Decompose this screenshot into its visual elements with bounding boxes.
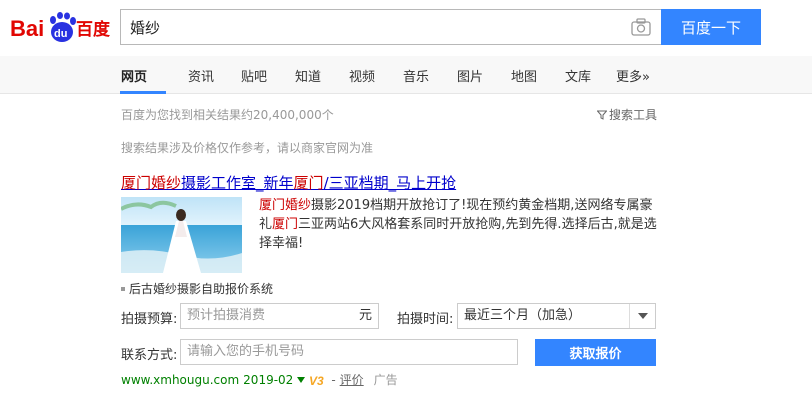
- search-tools-label: 搜索工具: [609, 108, 658, 122]
- header: Bai du 百度 百度一下: [0, 0, 812, 56]
- search-button[interactable]: 百度一下: [661, 9, 761, 45]
- budget-label: 拍摄预算:: [121, 312, 178, 327]
- shoot-time-value: 最近三个月（加急）: [464, 308, 582, 323]
- title-keyword: 婚纱: [151, 174, 182, 192]
- tab-images[interactable]: 图片: [457, 66, 483, 85]
- tab-web[interactable]: 网页: [121, 66, 147, 85]
- desc-keyword: 厦门: [272, 217, 299, 232]
- get-quote-button[interactable]: 获取报价: [535, 339, 656, 366]
- ad-tag: 广告: [373, 373, 398, 387]
- desc-text: 三亚两站6大风格套系同时开放抢购,先到先得.选择后古,就是选择幸福!: [259, 217, 657, 251]
- tab-maps[interactable]: 地图: [511, 66, 537, 85]
- active-tab-indicator: [120, 91, 166, 94]
- search-box: [120, 9, 661, 45]
- bullet-icon: [121, 286, 125, 291]
- budget-unit: 元: [358, 308, 372, 323]
- search-tabs: 网页 资讯 贴吧 知道 视频 音乐 图片 地图 文库 更多»: [0, 56, 812, 94]
- shoot-time-select[interactable]: 最近三个月（加急）: [457, 303, 656, 329]
- tab-video[interactable]: 视频: [349, 66, 375, 85]
- search-input[interactable]: [121, 10, 601, 44]
- title-keyword: 厦门: [293, 174, 324, 192]
- baidu-logo[interactable]: Bai du 百度: [10, 6, 114, 46]
- desc-keyword: 厦门婚纱: [259, 198, 312, 213]
- ad-thumbnail-image[interactable]: [121, 197, 242, 273]
- tab-tieba[interactable]: 贴吧: [241, 66, 267, 85]
- title-text: 摄影工作室_新年: [181, 174, 294, 192]
- ad-description: 厦门婚纱摄影2019档期开放抢订了!现在预约黄金档期,送网络专属豪礼厦门三亚两站…: [259, 196, 659, 253]
- svg-text:Bai: Bai: [10, 16, 44, 41]
- dropdown-caret-icon[interactable]: [297, 376, 306, 383]
- quote-system-heading: 后古婚纱摄影自助报价系统: [121, 280, 273, 297]
- title-text: /三亚档期_马上开抢: [323, 174, 457, 192]
- site-url[interactable]: www.xmhougu.com: [121, 373, 239, 387]
- phone-placeholder: 请输入您的手机号码: [187, 344, 305, 359]
- v3-badge-icon[interactable]: V3: [309, 374, 327, 386]
- tab-more[interactable]: 更多»: [616, 66, 650, 85]
- v3-badge-text: V3: [309, 374, 324, 386]
- ad-title-link[interactable]: 厦门婚纱摄影工作室_新年厦门/三亚档期_马上开抢: [121, 172, 456, 193]
- price-notice: 搜索结果涉及价格仅作参考，请以商家官网为准: [121, 141, 374, 155]
- title-keyword: 厦门: [121, 174, 152, 192]
- separator: -: [331, 372, 336, 387]
- svg-text:百度: 百度: [76, 19, 111, 40]
- ad-date: 2019-02: [243, 372, 294, 387]
- tab-music[interactable]: 音乐: [403, 66, 429, 85]
- camera-icon[interactable]: [631, 18, 651, 36]
- tab-news[interactable]: 资讯: [188, 66, 214, 85]
- budget-input[interactable]: 预计拍摄消费 元: [180, 303, 379, 329]
- dropdown-arrow-icon[interactable]: [629, 304, 655, 328]
- contact-label: 联系方式:: [121, 348, 178, 363]
- result-count: 百度为您找到相关结果约20,400,000个: [121, 108, 334, 122]
- budget-placeholder: 预计拍摄消费: [187, 308, 266, 323]
- search-tools-button[interactable]: 搜索工具: [597, 106, 657, 123]
- shoot-time-label: 拍摄时间:: [397, 312, 454, 327]
- review-link[interactable]: 评价: [340, 371, 364, 388]
- svg-text:du: du: [54, 28, 67, 40]
- phone-input[interactable]: 请输入您的手机号码: [180, 339, 518, 365]
- quote-system-label: 后古婚纱摄影自助报价系统: [129, 282, 274, 296]
- tab-zhidao[interactable]: 知道: [295, 66, 321, 85]
- filter-icon: [597, 110, 607, 120]
- tab-wenku[interactable]: 文库: [565, 66, 591, 85]
- ad-footer: www.xmhougu.com 2019-02 V3 - 评价 广告: [121, 371, 398, 388]
